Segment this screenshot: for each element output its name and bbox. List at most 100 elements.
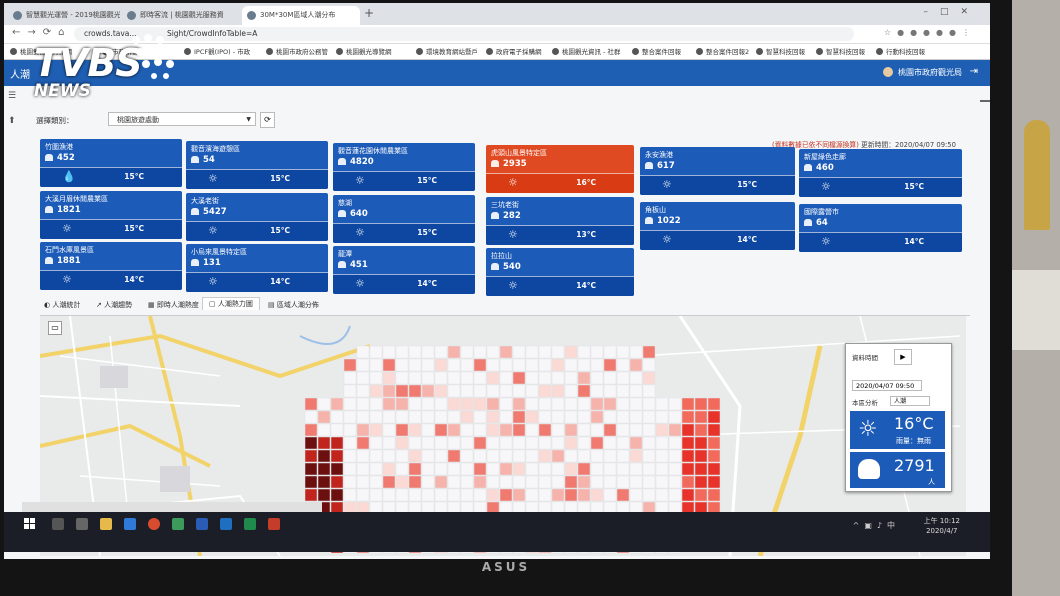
browser-tab-active[interactable]: 30M*30M區域人潮分布 xyxy=(242,6,360,25)
tab-trend[interactable]: ↗ 人潮趨勢 xyxy=(96,300,132,310)
window-controls[interactable]: –□✕ xyxy=(923,7,980,17)
task-view-icon[interactable] xyxy=(76,518,88,530)
site-card[interactable]: 觀音濱海遊憩區 54 ☼ 15°C xyxy=(186,141,328,189)
bookmark-item[interactable]: 智慧科技回報 xyxy=(816,46,865,56)
heat-cell xyxy=(356,371,370,385)
refresh-icon[interactable]: ⟳ xyxy=(260,112,275,128)
heat-cell xyxy=(382,436,396,450)
bookmark-item[interactable]: 行動科技回報 xyxy=(876,46,925,56)
heat-cell xyxy=(525,371,539,385)
heat-cell xyxy=(486,462,500,476)
heat-cell xyxy=(304,436,318,450)
bookmark-item[interactable]: 智慧科技回報 xyxy=(756,46,805,56)
bookmark-item[interactable]: IPCF觀(IPO) - 市政 xyxy=(184,46,250,56)
heat-cell xyxy=(421,436,435,450)
heat-cell xyxy=(603,358,617,372)
site-card[interactable]: 慈湖 640 ☼ 15°C xyxy=(333,195,475,243)
site-card[interactable]: 虎頭山風景特定區 2935 ☼ 16°C xyxy=(486,145,634,193)
heat-cell xyxy=(668,488,682,502)
chrome-icon[interactable] xyxy=(148,518,160,530)
heat-cell xyxy=(473,488,487,502)
heat-cell xyxy=(707,449,721,463)
heat-cell xyxy=(512,410,526,424)
user-org[interactable]: 桃園市政府觀光局 xyxy=(883,67,962,78)
heat-cell xyxy=(304,449,318,463)
play-button[interactable]: ▶ xyxy=(894,349,912,365)
site-card[interactable]: 角板山 1022 ☼ 14°C xyxy=(640,202,795,250)
windows-start-icon[interactable] xyxy=(24,518,36,530)
menu-icon[interactable]: ☰ xyxy=(8,84,16,109)
new-tab-plus-icon[interactable]: + xyxy=(364,6,374,20)
heat-cell xyxy=(551,384,565,398)
extension-icons[interactable]: ☆●●●●●⋮ xyxy=(884,28,976,37)
tab-heat[interactable]: ▦ 即時人潮熱度 xyxy=(148,300,199,310)
bookmark-item[interactable]: 政府電子採購網 xyxy=(486,46,542,56)
stat-select[interactable]: 人潮 xyxy=(890,396,930,406)
bookmark-item[interactable]: 桃園市政府公務管 xyxy=(266,46,328,56)
heat-cell xyxy=(577,423,591,437)
site-card[interactable]: 三坑老街 282 ☼ 13°C xyxy=(486,197,634,245)
site-card[interactable]: 拉拉山 540 ☼ 14°C xyxy=(486,248,634,296)
heat-cell xyxy=(447,345,461,359)
taskbar-clock[interactable]: 上午 10:12 2020/4/7 xyxy=(924,516,960,536)
browser-tab-1[interactable]: 智慧觀光運營 - 2019桃園觀光大 xyxy=(8,6,120,25)
heat-cell xyxy=(304,475,318,489)
excel-icon[interactable] xyxy=(244,518,256,530)
heat-cell xyxy=(460,371,474,385)
site-card[interactable]: 觀音蓮花園休閒農業區 4820 ☼ 15°C xyxy=(333,143,475,191)
pin-icon[interactable]: ⬆ xyxy=(8,109,16,134)
heat-cell xyxy=(629,358,643,372)
collapse-icon[interactable] xyxy=(980,100,990,102)
app-icon[interactable] xyxy=(196,518,208,530)
site-card[interactable]: 大溪月眉休閒農業區 1821 ☼ 15°C xyxy=(40,191,182,239)
datetime-select[interactable]: 2020/04/07 09:50 xyxy=(852,380,922,391)
heat-cell xyxy=(408,371,422,385)
heat-cell xyxy=(343,449,357,463)
nav-buttons[interactable]: ←→⟳⌂ xyxy=(12,27,71,38)
search-icon[interactable] xyxy=(52,518,64,530)
heat-cell xyxy=(473,397,487,411)
site-card[interactable]: 竹圍漁港 452 💧 15°C xyxy=(40,139,182,187)
site-name: 虎頭山風景特定區 xyxy=(491,149,547,157)
site-count: 131 xyxy=(191,258,221,268)
heat-cell xyxy=(655,488,669,502)
logout-icon[interactable]: ⇥ xyxy=(970,66,978,77)
heat-cell xyxy=(434,462,448,476)
powerpoint-icon[interactable] xyxy=(268,518,280,530)
heat-cell xyxy=(616,397,630,411)
heat-cell xyxy=(499,358,513,372)
site-card[interactable]: 永安漁港 617 ☼ 15°C xyxy=(640,147,795,195)
site-card[interactable]: 石門水庫風景區 1881 ☼ 14°C xyxy=(40,242,182,290)
system-tray[interactable]: ^▣♪中 xyxy=(853,520,900,531)
site-card[interactable]: 新屋綠色走廊 460 ☼ 15°C xyxy=(799,149,962,197)
bookmark-item[interactable]: 桃園觀光資訊 - 社群 xyxy=(552,46,620,56)
site-card[interactable]: 大溪老街 5427 ☼ 15°C xyxy=(186,193,328,241)
browser-tab-2[interactable]: 即時客流 | 桃園觀光服務資 xyxy=(122,6,240,25)
bookmark-item[interactable]: 環境教育網站暨戶 xyxy=(416,46,478,56)
category-select[interactable]: 桃園旅遊處動 ▼ xyxy=(108,112,256,126)
site-card[interactable]: 國際露營市 64 ☼ 14°C xyxy=(799,204,962,252)
word-icon[interactable] xyxy=(220,518,232,530)
edge-icon[interactable] xyxy=(124,518,136,530)
site-card[interactable]: 小烏來風景特定區 131 ☼ 14°C xyxy=(186,244,328,292)
heat-cell xyxy=(512,423,526,437)
weather-row: ☼ 15°C xyxy=(799,177,962,197)
tab-stats[interactable]: ◐ 人潮統計 xyxy=(44,300,80,310)
heat-cell xyxy=(447,371,461,385)
heat-cell xyxy=(590,384,604,398)
sun-icon: ☼ xyxy=(208,172,218,185)
heat-cell xyxy=(577,462,591,476)
tab-heatmap[interactable]: ▢ 人潮熱力圖 xyxy=(202,297,260,310)
heat-cell xyxy=(694,423,708,437)
bookmark-item[interactable]: 整合案件回報2 xyxy=(696,46,749,56)
app-icon[interactable] xyxy=(172,518,184,530)
heat-cell xyxy=(356,436,370,450)
bookmark-item[interactable]: 桃園觀光導覽網 xyxy=(336,46,392,56)
heat-cell xyxy=(629,410,643,424)
url-field[interactable]: crowds.tava... Sight/CrowdInfoTable=A xyxy=(74,27,854,41)
map-layer-icon[interactable]: ▭ xyxy=(48,321,62,335)
site-card[interactable]: 龍潭 451 ☼ 14°C xyxy=(333,246,475,294)
bookmark-item[interactable]: 整合案件回報 xyxy=(632,46,681,56)
file-explorer-icon[interactable] xyxy=(100,518,112,530)
tab-area[interactable]: ▤ 區域人潮分佈 xyxy=(268,300,319,310)
